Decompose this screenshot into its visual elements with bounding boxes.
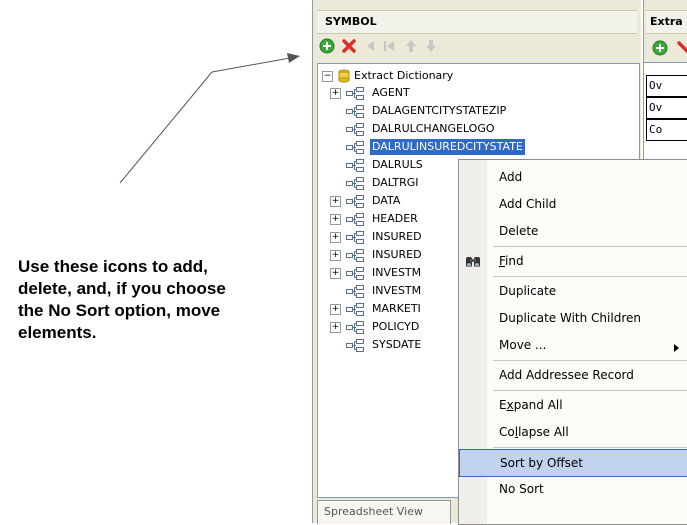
expand-icon[interactable]: +	[330, 250, 341, 261]
move-left-icon[interactable]	[363, 38, 379, 54]
tree-item[interactable]: DALRULINSUREDCITYSTATE	[346, 139, 626, 156]
tree-root-label: Extract Dictionary	[354, 69, 454, 82]
menu-item-add[interactable]: Add	[459, 164, 687, 190]
record-node-icon	[346, 105, 364, 118]
tree-item[interactable]: DALAGENTCITYSTATEZIP	[346, 103, 626, 120]
record-node-icon	[346, 285, 364, 298]
menu-item-find[interactable]: Find	[459, 248, 687, 274]
menu-item-move[interactable]: Move ...	[459, 332, 687, 358]
tab-spreadsheet-view[interactable]: Spreadsheet View	[317, 500, 451, 524]
menu-item-no-sort[interactable]: No Sort	[459, 476, 687, 502]
menu-item-duplicate[interactable]: Duplicate	[459, 278, 687, 304]
symbol-toolbar	[319, 36, 635, 58]
collapse-icon[interactable]: −	[322, 71, 333, 82]
database-icon	[338, 69, 350, 86]
tree-item-label: POLICYD	[372, 320, 420, 333]
record-node-icon	[346, 87, 364, 100]
record-node-icon	[346, 231, 364, 244]
menu-item-sort-by-offset[interactable]: Sort by Offset	[459, 449, 687, 477]
tree-item-label: AGENT	[372, 86, 410, 99]
menu-item-label: Collapse All	[499, 425, 569, 439]
add-icon[interactable]	[652, 40, 668, 60]
expand-icon[interactable]: +	[330, 196, 341, 207]
menu-item-expand-all[interactable]: Expand All	[459, 392, 687, 418]
menu-item-label: Expand All	[499, 398, 563, 412]
expand-icon[interactable]: +	[330, 322, 341, 333]
tree-item-label: INVESTM	[372, 266, 422, 279]
record-node-icon	[346, 141, 364, 154]
symbol-panel-header: SYMBOL	[317, 10, 637, 34]
menu-separator	[493, 246, 687, 247]
tree-item-label: DALAGENTCITYSTATEZIP	[372, 104, 507, 117]
menu-item-label: Add	[499, 170, 523, 184]
menu-item-label: Move ...	[499, 338, 547, 352]
tree-item-label: SYSDATE	[372, 338, 422, 351]
tree-item-label: DATA	[372, 194, 401, 207]
record-node-icon	[346, 249, 364, 262]
tree-item-label: MARKETI	[372, 302, 421, 315]
tree-item-label: DALRULINSUREDCITYSTATE	[370, 139, 525, 155]
expand-icon[interactable]: +	[330, 304, 341, 315]
delete-icon[interactable]	[676, 40, 687, 60]
tree-root[interactable]: − Extract Dictionary	[322, 68, 622, 85]
grid-cell[interactable]: Ov	[646, 75, 687, 97]
menu-item-collapse-all[interactable]: Collapse All	[459, 419, 687, 445]
tree-item-label: INSURED	[372, 248, 422, 261]
menu-item-label: Add Addressee Record	[499, 368, 634, 382]
menu-separator	[493, 276, 687, 277]
add-icon[interactable]	[319, 38, 335, 54]
menu-item-duplicate-with-children[interactable]: Duplicate With Children	[459, 305, 687, 331]
record-node-icon	[346, 195, 364, 208]
tree-item-label: DALTRGI	[372, 176, 419, 189]
menu-separator	[493, 390, 687, 391]
menu-separator	[493, 447, 687, 448]
move-up-icon[interactable]	[403, 38, 419, 54]
tree-item[interactable]: + AGENT	[330, 85, 626, 102]
expand-icon[interactable]: +	[330, 88, 341, 99]
record-node-icon	[346, 339, 364, 352]
record-node-icon	[346, 303, 364, 316]
tree-item-label: DALRULCHANGELOGO	[372, 122, 495, 135]
symbol-panel-title: SYMBOL	[325, 15, 377, 28]
menu-item-label: Delete	[499, 224, 539, 238]
expand-icon[interactable]: +	[330, 268, 341, 279]
grid-cell[interactable]: Co	[646, 119, 687, 141]
tree-item-label: INVESTM	[372, 284, 422, 297]
menu-item-label: Find	[499, 254, 524, 268]
callout-text: Use these icons to add, delete, and, if …	[18, 257, 226, 342]
move-first-icon[interactable]	[381, 38, 397, 54]
menu-item-label: Add Child	[499, 197, 557, 211]
menu-item-add-child[interactable]: Add Child	[459, 191, 687, 217]
extract-panel-title: Extra	[650, 15, 683, 28]
tree-item-label: DALRULS	[372, 158, 423, 171]
expand-icon[interactable]: +	[330, 232, 341, 243]
binoculars-icon	[465, 253, 481, 272]
menu-separator	[493, 360, 687, 361]
record-node-icon	[346, 321, 364, 334]
extract-panel-header: Extra	[646, 10, 687, 34]
record-node-icon	[346, 159, 364, 172]
menu-item-label: Duplicate	[499, 284, 557, 298]
grid-cell[interactable]: Ov	[646, 97, 687, 119]
tree-item[interactable]: DALRULCHANGELOGO	[346, 121, 626, 138]
submenu-arrow-icon	[674, 341, 679, 355]
tab-spreadsheet-view-label: Spreadsheet View	[324, 505, 423, 518]
menu-item-add-addressee-record[interactable]: Add Addressee Record	[459, 362, 687, 388]
record-node-icon	[346, 213, 364, 226]
delete-icon[interactable]	[341, 38, 357, 54]
context-menu: Add Add Child Delete Find Duplicate Duplicate…	[458, 159, 687, 525]
menu-item-label: Sort by Offset	[500, 456, 583, 470]
menu-item-label: Duplicate With Children	[499, 311, 641, 325]
expand-icon[interactable]: +	[330, 214, 341, 225]
record-node-icon	[346, 177, 364, 190]
tree-item-label: INSURED	[372, 230, 422, 243]
menu-item-delete[interactable]: Delete	[459, 218, 687, 244]
tree-item-label: HEADER	[372, 212, 418, 225]
menu-item-label: No Sort	[499, 482, 544, 496]
record-node-icon	[346, 123, 364, 136]
record-node-icon	[346, 267, 364, 280]
move-down-icon[interactable]	[423, 38, 439, 54]
